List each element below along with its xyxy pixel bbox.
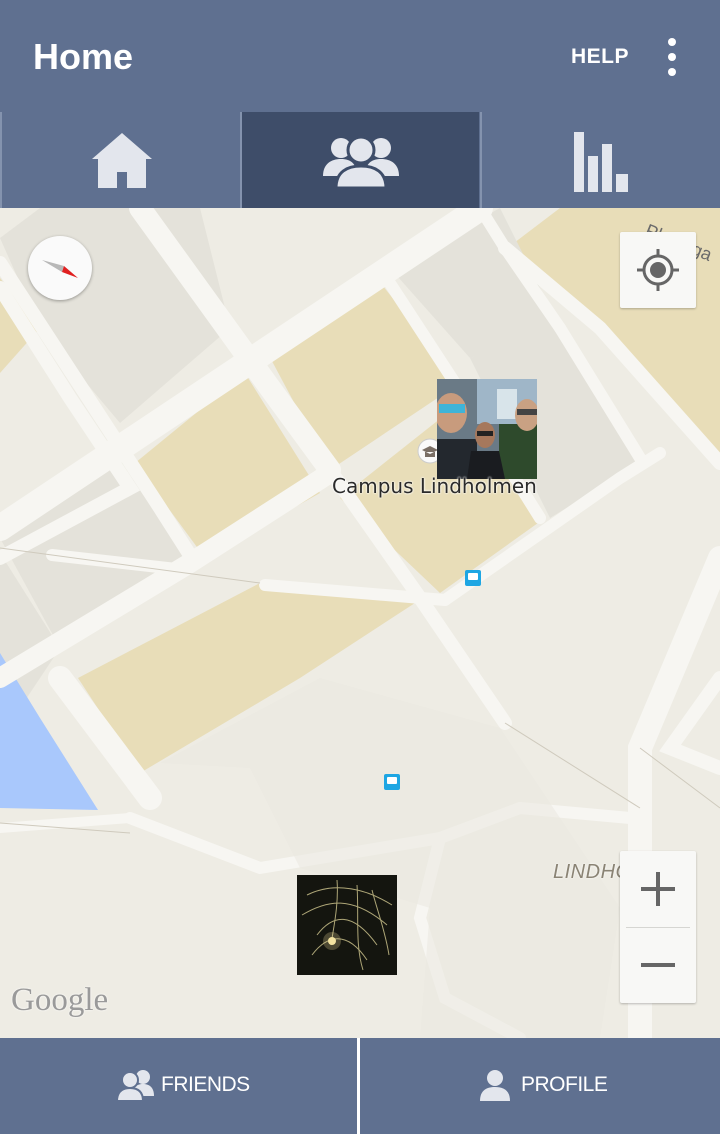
page-title: Home <box>33 36 134 77</box>
profile-label: PROFILE <box>521 1073 608 1096</box>
google-attribution: Google <box>11 982 109 1018</box>
tab-stats[interactable] <box>482 112 720 208</box>
friend-photo-image <box>297 875 397 975</box>
friends-icon <box>116 1070 154 1102</box>
place-label: Campus Lindholmen <box>332 474 537 498</box>
friends-label: FRIENDS <box>161 1073 250 1096</box>
profile-icon <box>480 1070 510 1101</box>
plus-icon <box>641 872 675 906</box>
bar-chart-icon <box>574 132 628 192</box>
compass-icon <box>42 260 78 278</box>
profile-button[interactable]: PROFILE <box>360 1038 720 1134</box>
app-bar: Home HELP <box>0 0 720 112</box>
friend-photo-image <box>437 379 537 479</box>
zoom-controls <box>620 851 696 1003</box>
tab-divider <box>240 112 242 208</box>
tab-divider <box>0 112 2 208</box>
zoom-in-button[interactable] <box>620 851 696 927</box>
minus-icon <box>641 963 675 967</box>
zoom-out-button[interactable] <box>620 927 696 1003</box>
compass-button[interactable] <box>28 236 92 300</box>
tab-friends[interactable] <box>241 112 479 208</box>
my-location-icon <box>637 249 679 291</box>
tab-home[interactable] <box>2 112 240 208</box>
tab-divider <box>480 112 482 208</box>
home-icon <box>92 133 152 188</box>
tab-bar <box>0 112 720 208</box>
bottom-bar: FRIENDS PROFILE <box>0 1038 720 1134</box>
friends-icon <box>323 135 399 190</box>
help-button[interactable]: HELP <box>571 45 629 69</box>
my-location-button[interactable] <box>620 232 696 308</box>
friend-photo-marker[interactable] <box>297 875 397 975</box>
friend-photo-marker[interactable] <box>437 379 537 479</box>
map-view[interactable]: Plejadga <box>0 208 720 1038</box>
overflow-menu-icon[interactable] <box>660 38 684 76</box>
friends-button[interactable]: FRIENDS <box>0 1038 357 1134</box>
